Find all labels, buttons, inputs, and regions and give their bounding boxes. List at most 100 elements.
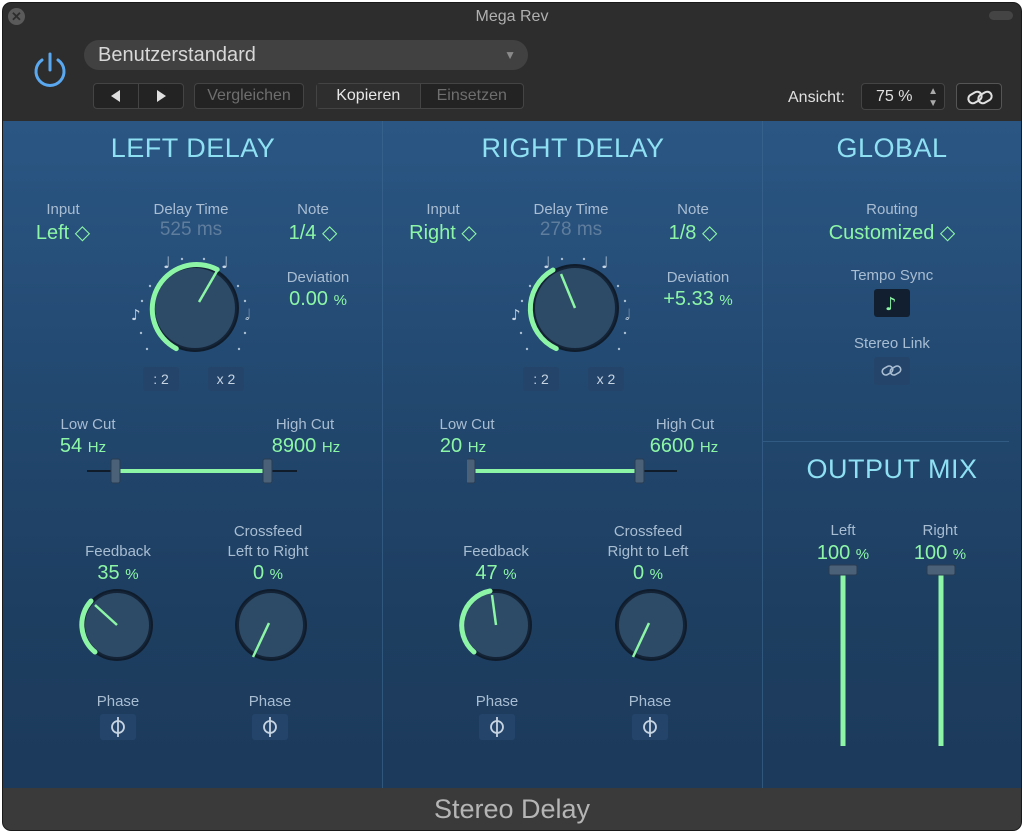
quarter-note-icon: ♩ bbox=[221, 253, 229, 272]
left-crossfeed-knob[interactable] bbox=[231, 585, 311, 665]
global-title: GLOBAL bbox=[836, 133, 948, 163]
triangle-left-icon bbox=[111, 89, 120, 102]
right-phase-label: Phase bbox=[475, 693, 519, 710]
right-delay-title: RIGHT DELAY bbox=[481, 133, 665, 163]
left-highcut-label: High Cut bbox=[275, 416, 335, 433]
copy-button[interactable]: Kopieren bbox=[317, 84, 421, 108]
left-delay-title: LEFT DELAY bbox=[110, 133, 276, 163]
eighth-note-icon: ♪ bbox=[885, 294, 897, 315]
right-deviation-value[interactable]: +5.33 % bbox=[648, 288, 748, 311]
preset-name: Benutzerstandard bbox=[98, 44, 256, 66]
right-delay-time-value: 278 ms bbox=[539, 219, 603, 240]
right-feedback-label: Feedback bbox=[463, 543, 529, 560]
zoom-select[interactable]: 75 % ▲ ▼ bbox=[861, 83, 945, 110]
divider bbox=[763, 441, 1009, 442]
tempo-sync-label: Tempo Sync bbox=[850, 267, 934, 284]
left-feedback-label: Feedback bbox=[85, 543, 151, 560]
output-right-label: Right bbox=[922, 522, 958, 539]
stepper-icon: ▲ ▼ bbox=[928, 86, 938, 109]
right-delay-time-label: Delay Time bbox=[533, 201, 609, 218]
plugin-panel: LEFT DELAY Input Left ◇ Delay Time 525 m… bbox=[3, 121, 1021, 788]
phase-icon bbox=[263, 717, 277, 737]
preset-nav bbox=[93, 83, 184, 109]
link-button[interactable] bbox=[956, 83, 1002, 110]
right-highcut-label: High Cut bbox=[655, 416, 715, 433]
routing-label: Routing bbox=[866, 201, 918, 218]
left-phase-button[interactable] bbox=[100, 714, 136, 740]
right-phase-button[interactable] bbox=[479, 714, 515, 740]
right-deviation-label: Deviation bbox=[666, 269, 730, 286]
right-delay-time-knob[interactable]: ♩ ♩ ♪ 𝅗𝅥 bbox=[503, 241, 643, 361]
output-left-fader[interactable] bbox=[823, 561, 863, 751]
left-lowcut-label: Low Cut bbox=[60, 416, 116, 433]
left-crossfeed-phase-button[interactable] bbox=[252, 714, 288, 740]
left-feedback-value[interactable]: 35 % bbox=[73, 562, 163, 585]
window-pill bbox=[989, 11, 1013, 20]
output-left-label: Left bbox=[830, 522, 856, 539]
right-note-select[interactable]: 1/8 ◇ bbox=[653, 220, 733, 245]
tempo-sync-button[interactable]: ♪ bbox=[874, 289, 910, 317]
right-crossfeed-phase-label: Phase bbox=[628, 693, 672, 710]
copy-paste-group: Kopieren Einsetzen bbox=[316, 83, 524, 109]
close-icon[interactable]: ✕ bbox=[8, 8, 25, 25]
plugin-window: Mega Rev ✕ Benutzerstandard ▼ Vergleiche… bbox=[3, 3, 1021, 830]
right-note-label: Note bbox=[677, 201, 709, 218]
left-phase-label: Phase bbox=[96, 693, 140, 710]
next-preset-button[interactable] bbox=[139, 84, 183, 108]
left-delay-time-knob[interactable]: ♩ ♩ ♪ 𝅗𝅥 bbox=[123, 241, 263, 361]
right-crossfeed-phase-button[interactable] bbox=[632, 714, 668, 740]
eighth-note-icon: ♪ bbox=[511, 306, 521, 324]
left-input-label: Input bbox=[46, 201, 80, 218]
half-note-icon: 𝅗𝅥 bbox=[245, 306, 250, 324]
right-crossfeed-knob[interactable] bbox=[611, 585, 691, 665]
right-crossfeed-label: Crossfeed bbox=[613, 523, 683, 540]
paste-button[interactable]: Einsetzen bbox=[421, 84, 524, 108]
output-mix-title: OUTPUT MIX bbox=[806, 454, 978, 484]
right-crossfeed-label: Right to Left bbox=[607, 543, 689, 560]
routing-select[interactable]: Customized ◇ bbox=[793, 220, 991, 245]
left-deviation-label: Deviation bbox=[286, 269, 350, 286]
chevron-down-icon: ▼ bbox=[504, 48, 516, 62]
view-label: Ansicht: bbox=[788, 89, 845, 106]
half-time-button[interactable]: : 2 bbox=[143, 367, 179, 391]
svg-text:♪: ♪ bbox=[885, 294, 897, 315]
preset-menu[interactable]: Benutzerstandard ▼ bbox=[84, 40, 528, 70]
triangle-right-icon bbox=[157, 89, 166, 102]
right-feedback-value[interactable]: 47 % bbox=[451, 562, 541, 585]
quarter-note-icon: ♩ bbox=[601, 253, 609, 272]
compare-button[interactable]: Vergleichen bbox=[194, 83, 304, 109]
left-crossfeed-label: Left to Right bbox=[227, 543, 309, 560]
quarter-note-icon: ♩ bbox=[163, 253, 171, 272]
double-time-button[interactable]: x 2 bbox=[208, 367, 244, 391]
left-crossfeed-phase-label: Phase bbox=[248, 693, 292, 710]
power-icon[interactable] bbox=[29, 49, 71, 91]
phase-icon bbox=[490, 717, 504, 737]
link-icon bbox=[967, 90, 993, 105]
output-right-fader[interactable] bbox=[921, 561, 961, 751]
half-note-icon: 𝅗𝅥 bbox=[625, 306, 630, 324]
half-time-button[interactable]: : 2 bbox=[523, 367, 559, 391]
left-note-label: Note bbox=[297, 201, 329, 218]
right-cut-range-slider[interactable] bbox=[467, 454, 677, 488]
left-crossfeed-label: Crossfeed bbox=[233, 523, 303, 540]
left-delay-time-value: 525 ms bbox=[159, 219, 223, 240]
window-title: Mega Rev bbox=[475, 8, 549, 25]
left-crossfeed-value[interactable]: 0 % bbox=[228, 562, 308, 585]
divider bbox=[382, 121, 383, 788]
left-deviation-value[interactable]: 0.00 % bbox=[268, 288, 368, 311]
right-lowcut-label: Low Cut bbox=[439, 416, 495, 433]
prev-preset-button[interactable] bbox=[94, 84, 139, 108]
left-feedback-knob[interactable] bbox=[77, 585, 157, 665]
right-input-select[interactable]: Right ◇ bbox=[398, 220, 488, 245]
stereo-link-button[interactable] bbox=[874, 357, 910, 385]
zoom-value: 75 % bbox=[876, 88, 913, 105]
phase-icon bbox=[643, 717, 657, 737]
left-cut-range-slider[interactable] bbox=[87, 454, 297, 488]
double-time-button[interactable]: x 2 bbox=[588, 367, 624, 391]
left-input-select[interactable]: Left ◇ bbox=[23, 220, 103, 245]
left-delay-time-label: Delay Time bbox=[153, 201, 229, 218]
left-note-select[interactable]: 1/4 ◇ bbox=[273, 220, 353, 245]
right-feedback-knob[interactable] bbox=[456, 585, 536, 665]
right-crossfeed-value[interactable]: 0 % bbox=[608, 562, 688, 585]
right-input-label: Input bbox=[426, 201, 460, 218]
